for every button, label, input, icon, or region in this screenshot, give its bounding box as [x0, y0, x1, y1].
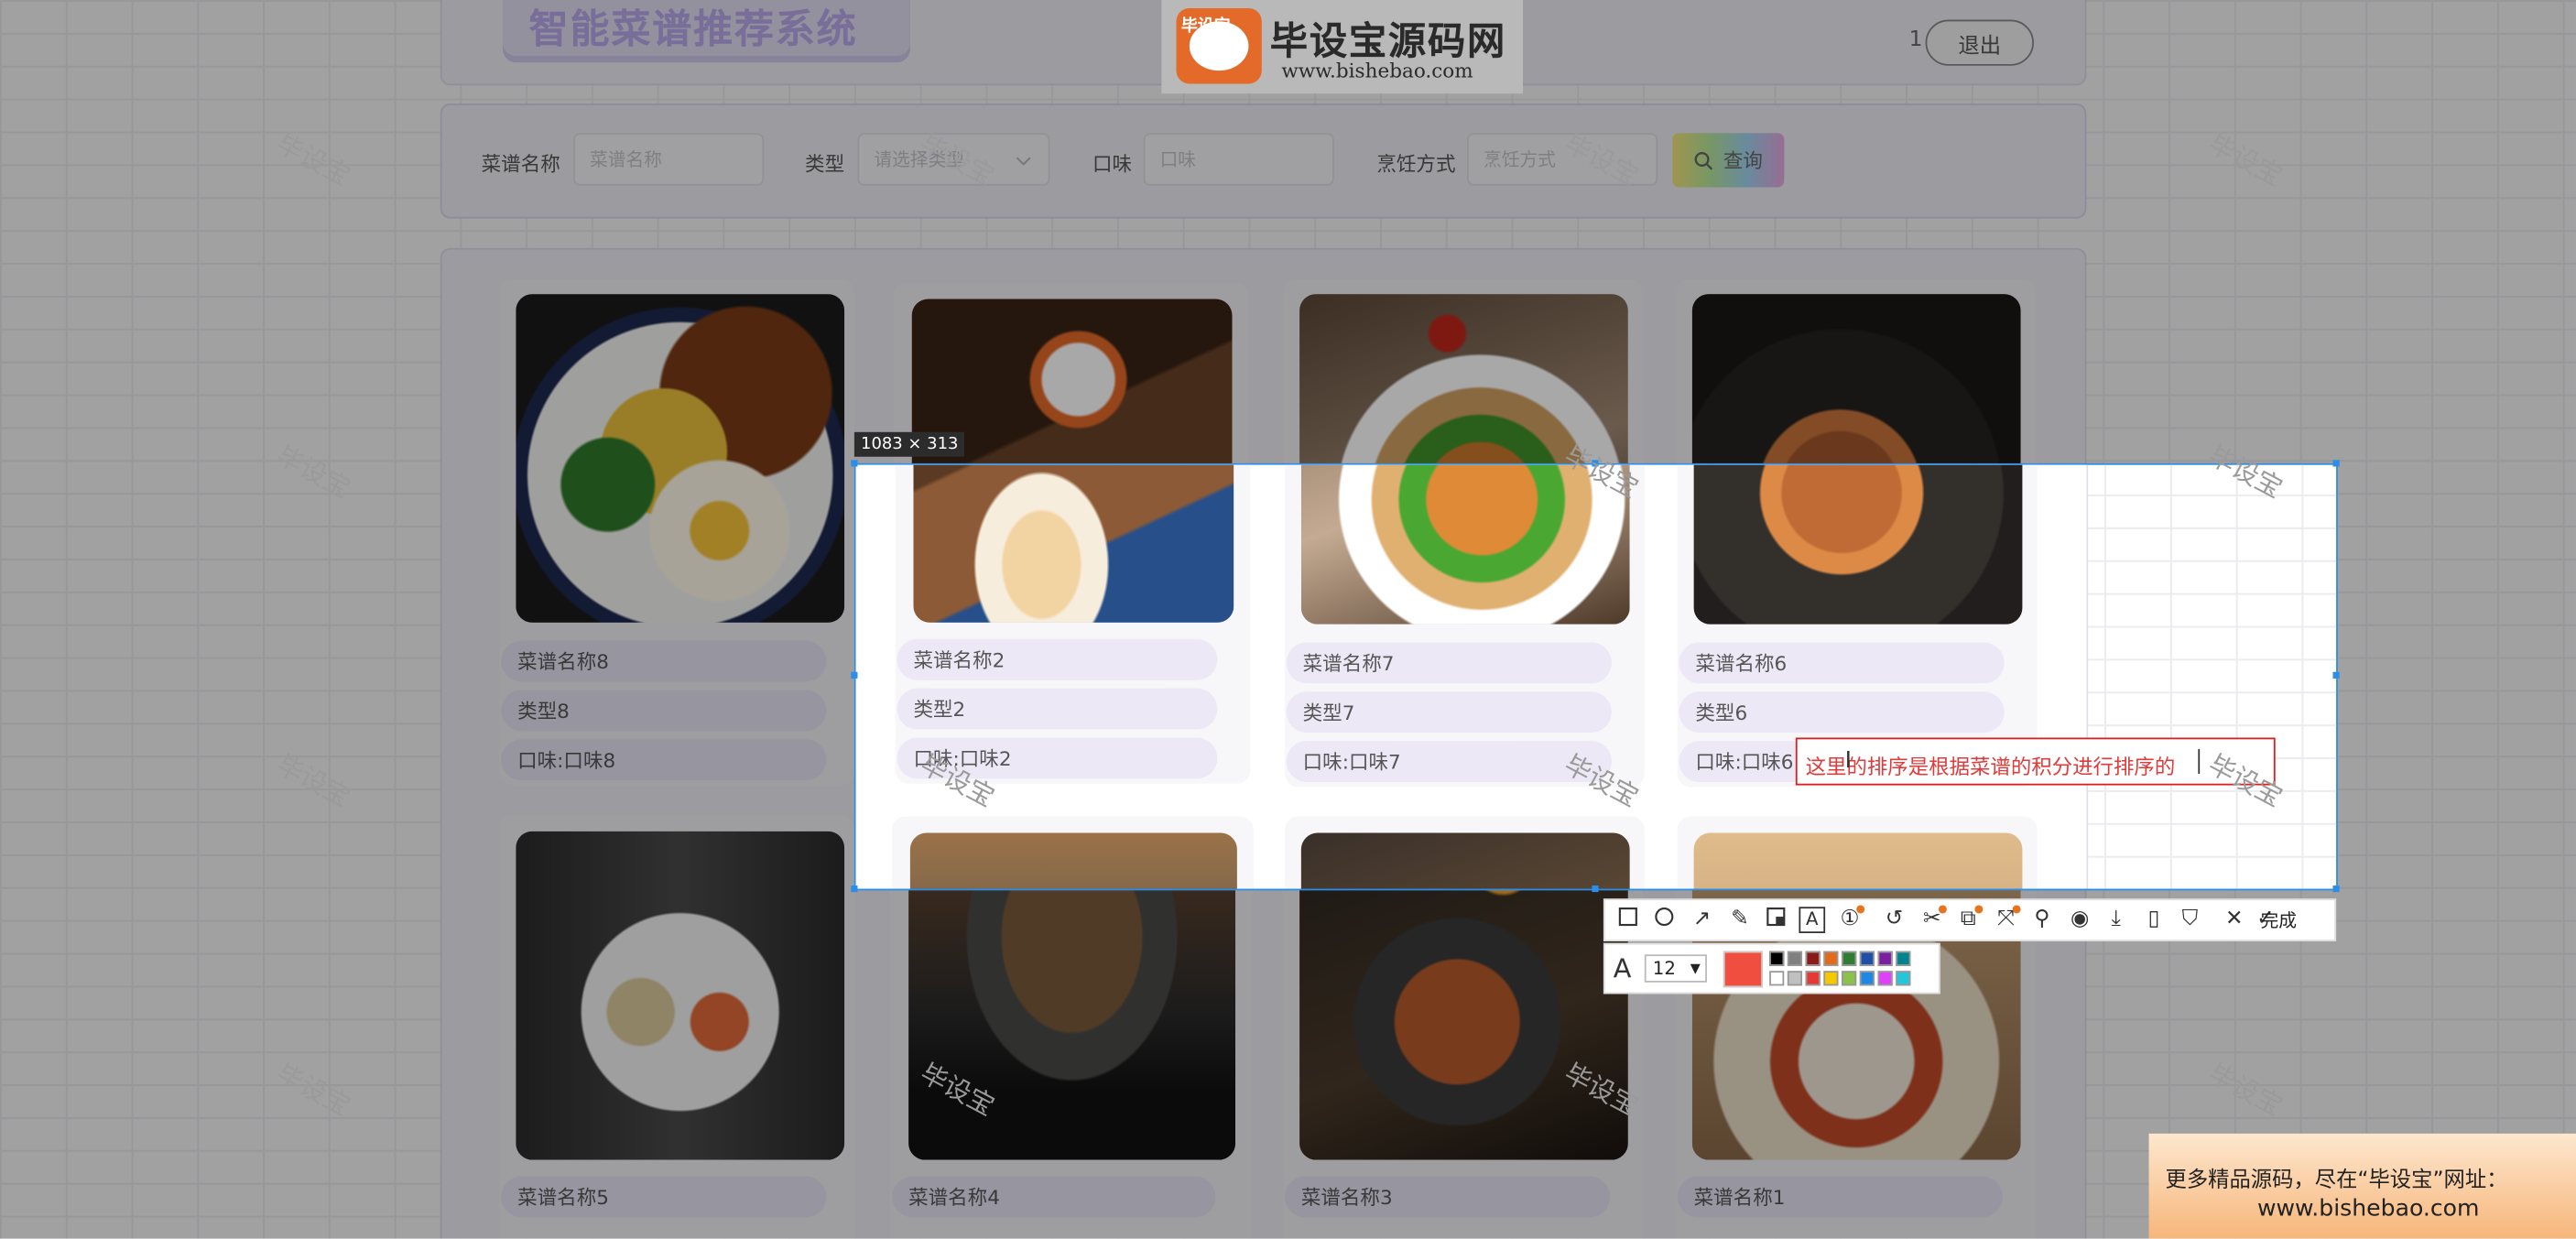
- color-swatch[interactable]: [1769, 971, 1785, 986]
- color-swatch[interactable]: [1896, 951, 1911, 966]
- ellipse-icon[interactable]: [1651, 907, 1678, 933]
- font-size-value: 12: [1652, 957, 1676, 980]
- color-swatch[interactable]: [1859, 971, 1875, 986]
- undo-icon[interactable]: ↺: [1881, 907, 1908, 933]
- color-swatch[interactable]: [1896, 971, 1911, 986]
- text-caret: [2198, 749, 2201, 774]
- phone-icon[interactable]: ▯: [2141, 907, 2168, 933]
- recipe-name: 菜谱名称2: [897, 638, 1218, 680]
- rectangle-icon[interactable]: [1615, 907, 1642, 933]
- color-swatch[interactable]: [1787, 971, 1803, 986]
- recipe-type: 类型2: [897, 688, 1218, 730]
- promo-url: www.bishebao.com: [2256, 1196, 2480, 1223]
- arrow-icon[interactable]: ↗: [1689, 907, 1715, 933]
- save-icon[interactable]: ⤓: [2103, 907, 2129, 933]
- resize-handle[interactable]: [851, 460, 858, 467]
- pen-icon[interactable]: ✎: [1726, 907, 1753, 933]
- recipe-type: 类型7: [1286, 691, 1612, 734]
- screen: 智能菜谱推荐系统 1 退出 菜谱名称 菜谱名称 类型 请选择类型 口味 口味 烹…: [0, 0, 2576, 1239]
- site-logo-badge: 毕设宝: [1180, 17, 1231, 37]
- selection-size-label: 1083 × 313: [853, 431, 965, 457]
- text-icon[interactable]: A: [1799, 907, 1826, 933]
- color-swatch[interactable]: [1877, 971, 1893, 986]
- color-palette-top: [1769, 951, 1933, 968]
- site-logo-name: 毕设宝源码网: [1269, 21, 1507, 64]
- color-swatch[interactable]: [1787, 951, 1803, 966]
- font-icon: A: [1613, 952, 1632, 984]
- site-logo-url: www.bishebao.com: [1281, 59, 1473, 82]
- color-swatch[interactable]: [1823, 951, 1839, 966]
- mosaic-icon[interactable]: [1763, 907, 1789, 933]
- capture-toolbar: ↗ ✎ A ① ↺ ✂ ⧉ ⤧ ⚲ ◉ ⤓ ▯ ⛉ ✕ ✓: [1603, 898, 2337, 941]
- annotation-text: 这里的排序是根据菜谱的积分进行排序的: [1805, 754, 2176, 779]
- recipe-type: 类型6: [1679, 691, 2005, 734]
- record-icon[interactable]: ◉: [2067, 907, 2093, 933]
- resize-handle[interactable]: [2332, 885, 2340, 893]
- close-icon[interactable]: ✕: [2221, 907, 2247, 933]
- resize-handle[interactable]: [851, 671, 858, 679]
- pin-icon[interactable]: ⚲: [2029, 907, 2056, 933]
- color-swatch[interactable]: [1859, 951, 1875, 966]
- site-logo-icon: 毕设宝: [1176, 7, 1262, 84]
- color-swatch[interactable]: [1769, 951, 1785, 966]
- current-color-swatch[interactable]: [1723, 951, 1763, 988]
- resize-handle[interactable]: [2332, 460, 2340, 467]
- font-size-select[interactable]: 12 ▼: [1644, 954, 1707, 983]
- capture-selection[interactable]: 菜谱名称2 类型2 口味:口味2 菜谱名称7 类型7 口味:口味7 菜谱名称6 …: [853, 462, 2338, 891]
- recipe-name: 菜谱名称6: [1679, 642, 2005, 684]
- color-palette-bottom: [1769, 971, 1933, 987]
- promo-line1: 更多精品源码，尽在“毕设宝”网址：: [2165, 1168, 2508, 1193]
- i-beam-cursor-icon: I: [1844, 747, 1853, 774]
- color-swatch[interactable]: [1823, 971, 1839, 986]
- bookmark-icon[interactable]: ⛉: [2177, 907, 2203, 933]
- promo-banner: 更多精品源码，尽在“毕设宝”网址： www.bishebao.com: [2148, 1133, 2576, 1239]
- color-swatch[interactable]: [1805, 971, 1821, 986]
- color-swatch[interactable]: [1805, 951, 1821, 966]
- color-swatch[interactable]: [1842, 951, 1857, 966]
- done-button[interactable]: 完成: [2261, 907, 2297, 933]
- recipe-name: 菜谱名称7: [1286, 642, 1612, 684]
- resize-handle[interactable]: [1592, 885, 1599, 893]
- color-swatch[interactable]: [1842, 971, 1857, 986]
- color-swatch[interactable]: [1877, 951, 1893, 966]
- caret-down-icon: ▼: [1690, 961, 1701, 976]
- text-style-bar: A 12 ▼: [1603, 942, 1940, 994]
- resize-handle[interactable]: [851, 885, 858, 893]
- resize-handle[interactable]: [2332, 671, 2340, 679]
